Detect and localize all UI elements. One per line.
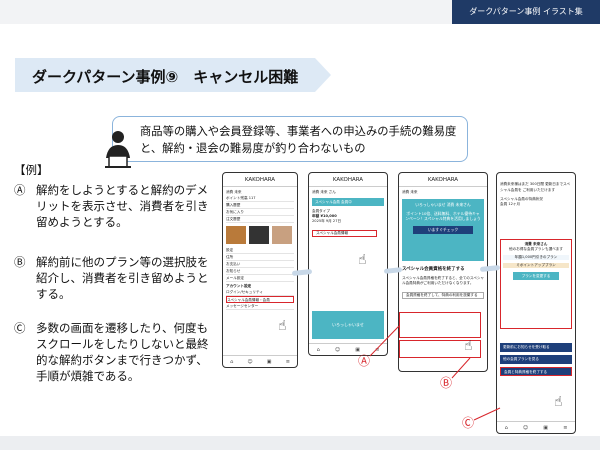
person-at-laptop-icon (105, 131, 131, 168)
phone-2-nav: ⌂ ☺ ▣ ≡ (309, 343, 387, 355)
product-image (272, 226, 292, 244)
slide-title: ダークパターン事例⑨ キャンセル困難 (32, 68, 299, 86)
user-icon[interactable]: ☺ (247, 359, 252, 365)
phone-1-row[interactable]: ポイント残高 117 (226, 195, 294, 202)
example-c-mark: Ⓒ (14, 321, 26, 335)
phone-1-row[interactable]: お気に入り (226, 209, 294, 216)
example-a: Ⓐ 解約をしようとすると解約のデメリットを表示させ、消費者を引き留めようとする。 (14, 182, 218, 230)
series-label: ダークパターン事例 イラスト集 (452, 0, 600, 24)
phone-2-info: 2025年 9月 27日 (312, 219, 342, 223)
phone-4-head: 消費未来様はまだ 300日間 更新日までスペシャル会員を ご利用いただけます (500, 182, 570, 192)
phone-2-user: 消費 未来 さん (312, 190, 336, 194)
phone-1-title: KAKOHARA (223, 173, 297, 187)
phone-3-warn-title: スペシャル会員資格を終了する (402, 267, 465, 272)
phone-1-special-link[interactable]: スペシャル会員情報・会員 (226, 296, 294, 303)
phone-1-menu-item[interactable]: お支払い (226, 261, 294, 268)
phone-4-nav: ⌂ ☺ ▣ ≡ (497, 421, 575, 433)
phone-4-months: 会員 12ヶ月 (500, 202, 521, 206)
callout-a-label: Ⓐ (358, 354, 371, 368)
callout-b-label: Ⓑ (440, 376, 453, 390)
phone-1-row[interactable]: 購入履歴 (226, 202, 294, 209)
phone-3-cancel-button[interactable]: 会員資格を終了して、特典の利用を放棄する (402, 292, 484, 299)
user-icon[interactable]: ☺ (523, 425, 528, 431)
phone-4-card-point: ミポイントアッププラン (503, 263, 569, 268)
phone-3-promo-head: いろっしゃいませ 消費 未来さん (415, 202, 471, 207)
example-a-text: 解約をしようとすると解約のデメリットを表示させ、消費者を引き留めようとする。 (36, 183, 209, 229)
phone-1-menu-item[interactable]: メール設定 (226, 275, 294, 282)
phone-4-plan-card: 消費 未来さん 他のお得な会員プランも選べます 年額1,000円引きのプラン ミ… (500, 239, 572, 329)
top-bar: ダークパターン事例 イラスト集 (0, 0, 600, 24)
callout-a-box (399, 312, 481, 338)
phone-1-row[interactable]: 注文履歴 (226, 216, 294, 223)
menu-icon[interactable]: ≡ (286, 359, 290, 365)
phone-2-membership-screen: KAKOHARA 消費 未来 さん スペシャル会員 会員中 会員タイプ 年額 ¥… (308, 172, 388, 356)
example-b-mark: Ⓑ (14, 255, 26, 269)
pointer-hand-icon: ☝ (554, 394, 563, 410)
cart-icon[interactable]: ▣ (543, 425, 548, 431)
phone-1-nav: ⌂ ☺ ▣ ≡ (223, 355, 297, 367)
phone-3-check-button[interactable]: いますぐチェック (413, 225, 473, 234)
pointer-hand-icon: ☝ (278, 318, 287, 334)
menu-icon[interactable]: ≡ (563, 425, 567, 431)
example-c-text: 多数の画面を遷移したり、何度もスクロールをしたりしないと最終的な解約ボタンまで行… (36, 321, 209, 383)
cart-icon[interactable]: ▣ (267, 359, 272, 365)
phone-2-promo-banner: いろっしゃいませ (312, 311, 384, 339)
phone-4-card-line: 他のお得な会員プランも選べます (509, 247, 563, 251)
pointer-hand-icon: ☝ (358, 252, 367, 268)
phone-4-end-membership-button[interactable]: 会員と特典資格を終了する (500, 367, 572, 376)
phone-2-title: KAKOHARA (309, 173, 387, 187)
example-b-text: 解約前に他のプラン等の選択肢を紹介し、消費者を引き留めようとする。 (36, 255, 209, 301)
examples-heading: 【例】 (14, 163, 49, 177)
phone-1-link[interactable]: ログイン/セキュリティ (226, 289, 294, 296)
phone-2-settings-link[interactable]: スペシャル会員情報 (312, 230, 377, 237)
example-c: Ⓒ 多数の画面を遷移したり、何度もスクロールをしたりしないと最終的な解約ボタンま… (14, 320, 218, 384)
bottom-bar (0, 436, 600, 450)
example-b: Ⓑ 解約前に他のプラン等の選択肢を紹介し、消費者を引き留めようとする。 (14, 254, 218, 302)
pointer-hand-icon: ☝ (464, 338, 473, 354)
home-icon[interactable]: ⌂ (230, 359, 233, 365)
menu-icon[interactable]: ≡ (375, 347, 379, 353)
guitar-image (226, 226, 246, 244)
phone-3-user: 消費 未来 (402, 190, 418, 194)
speaker-image (249, 226, 269, 244)
example-a-mark: Ⓐ (14, 183, 26, 197)
phone-1-menu-item[interactable]: 住所 (226, 254, 294, 261)
phone-1-account-screen: KAKOHARA 消費 未来 ポイント残高 117 購入履歴 お気に入り 注文履… (222, 172, 298, 368)
phone-3-promo-body: ポイント10倍、送料無料、ホテル優待キャンペーン！スペシャル特典を活用しましょう (405, 210, 481, 222)
phone-3-title: KAKOHARA (399, 173, 487, 187)
phone-2-banner: スペシャル会員 会員中 (312, 198, 384, 206)
callout-c-label: Ⓒ (462, 416, 475, 430)
phone-4-change-plan-button[interactable]: プランを変更する (513, 272, 559, 280)
phone-1-menu-item[interactable]: お知らせ (226, 268, 294, 275)
definition-text: 商品等の購入や会員登録等、事業者への申込みの手続の難易度と、解約・退会の難易度が… (140, 125, 457, 155)
user-icon[interactable]: ☺ (335, 347, 340, 353)
home-icon[interactable]: ⌂ (505, 425, 508, 431)
phone-1-product-images (226, 226, 294, 244)
phone-4-retention-screen: 消費未来様はまだ 300日間 更新日までスペシャル会員を ご利用いただけます ス… (496, 172, 576, 434)
phone-4-card-price: 年額1,000円引きのプラン (503, 255, 569, 260)
phone-1-menu-item[interactable]: 設定 (226, 247, 294, 254)
phone-3-promo: いろっしゃいませ 消費 未来さん ポイント10倍、送料無料、ホテル優待キャンペー… (402, 199, 484, 261)
phone-3-warn-body: スペシャル会員資格を終了すると、全てのスペシャル会員特典がご利用いただけなくなり… (402, 276, 485, 285)
phone-1-link[interactable]: メッセージセンター (226, 303, 294, 310)
phone-4-notify-button[interactable]: 更新前にお知らせを受け取る (500, 343, 572, 352)
home-icon[interactable]: ⌂ (317, 347, 320, 353)
phone-4-other-plans-button[interactable]: 他の会員プランを見る (500, 355, 572, 364)
